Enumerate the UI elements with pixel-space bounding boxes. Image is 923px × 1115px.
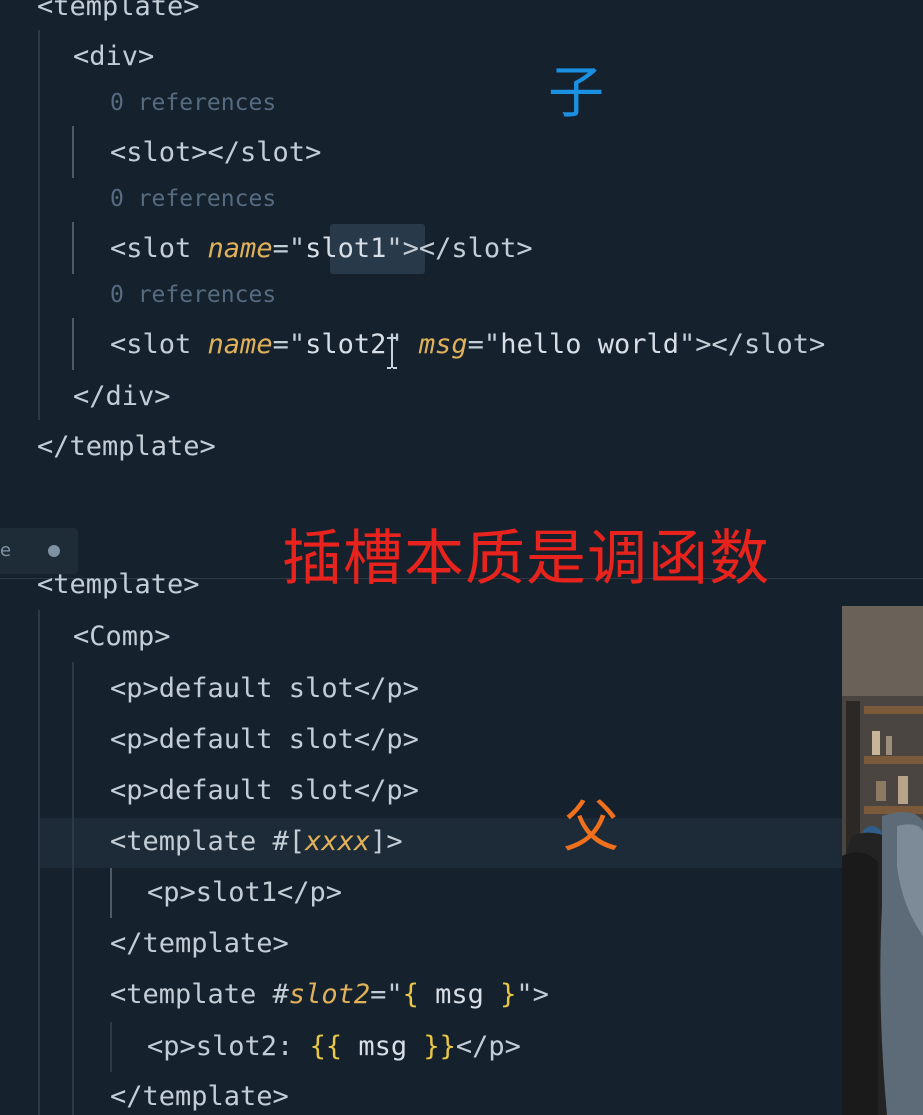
webcam-overlay (842, 606, 923, 1115)
references-codelens[interactable]: 0 references (110, 282, 276, 308)
references-codelens[interactable]: 0 references (110, 90, 276, 116)
indent-guide (110, 868, 112, 918)
indent-guide (72, 126, 74, 178)
center-caption: 插槽本质是调函数 (282, 524, 770, 594)
unsaved-dot-icon (48, 545, 60, 557)
code-line[interactable]: <template #slot2="{ msg }"> (110, 978, 549, 1012)
code-line[interactable]: </div> (73, 380, 171, 414)
code-line[interactable]: <slot></slot> (110, 136, 321, 170)
indent-guide (72, 318, 74, 370)
code-line[interactable]: </template> (110, 927, 289, 961)
code-line[interactable]: <p>default slot</p> (110, 723, 419, 757)
code-line[interactable]: <template #[xxxx]> (110, 825, 403, 859)
code-line[interactable]: <p>default slot</p> (110, 672, 419, 706)
indent-guide (72, 662, 74, 1115)
code-line[interactable]: <slot name="slot2" msg="hello world"></s… (110, 328, 825, 362)
parent-label: 父 (563, 795, 619, 860)
indent-guide (72, 222, 74, 274)
indent-guide (110, 1022, 112, 1072)
code-line[interactable]: <template> (37, 0, 200, 24)
code-line[interactable]: <slot name="slot1"></slot> (110, 232, 533, 266)
indent-guide (38, 610, 40, 1115)
editor-tab-label: e (0, 540, 12, 561)
code-line[interactable]: <div> (73, 40, 154, 74)
webcam-scene-icon (842, 606, 923, 1115)
code-line[interactable]: </template> (110, 1080, 289, 1114)
child-label: 子 (548, 61, 604, 126)
code-line[interactable]: <p>slot1</p> (147, 876, 342, 910)
code-line[interactable]: <p>slot2: {{ msg }}</p> (147, 1030, 521, 1064)
indent-guide (38, 30, 40, 420)
code-line[interactable]: <template> (37, 568, 200, 602)
code-line[interactable]: <Comp> (73, 620, 171, 654)
code-line[interactable]: <p>default slot</p> (110, 774, 419, 808)
references-codelens[interactable]: 0 references (110, 186, 276, 212)
text-cursor-icon (387, 337, 397, 369)
code-line[interactable]: </template> (37, 430, 216, 464)
